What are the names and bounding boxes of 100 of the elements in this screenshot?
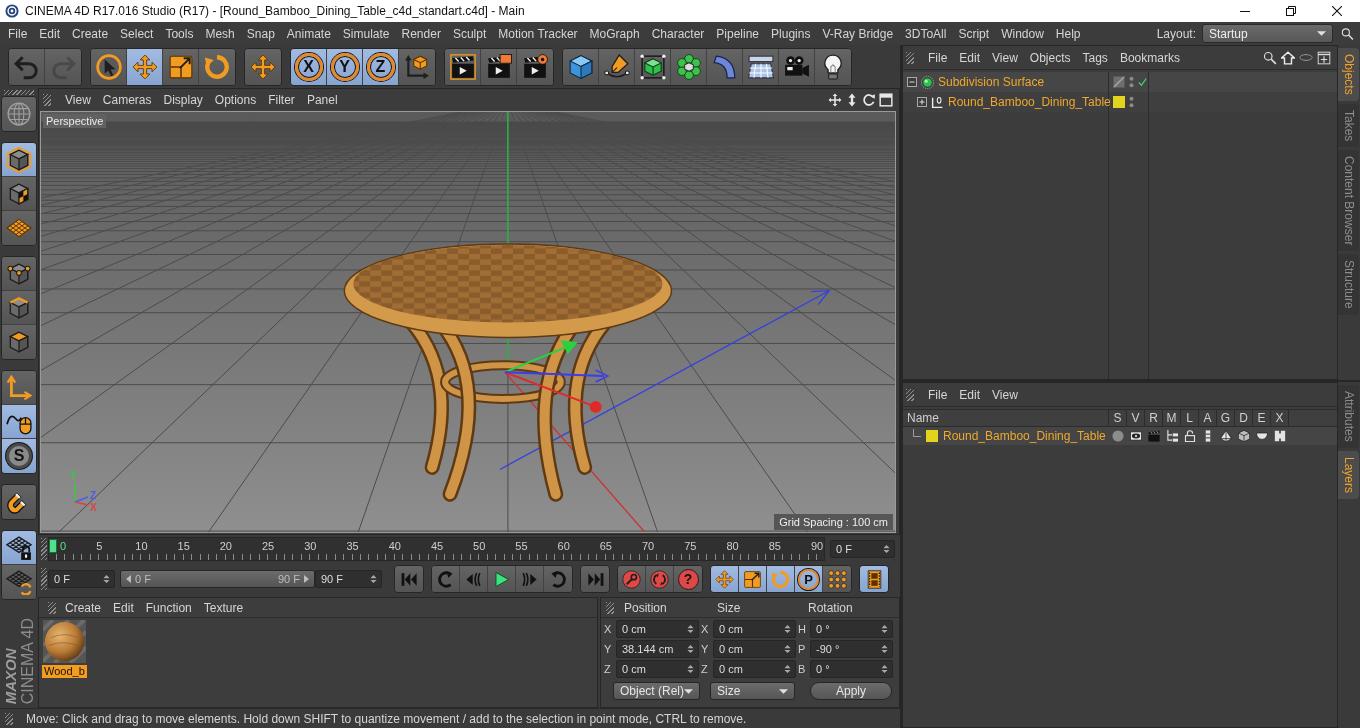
spinner-icon[interactable] [784,664,791,674]
restore-icon[interactable] [1286,6,1296,16]
menu-item[interactable]: Edit [107,598,140,617]
panel-tab[interactable]: Content Browser [1338,150,1359,252]
plus-box-icon[interactable] [917,97,927,107]
menu-item[interactable]: Cameras [96,91,158,109]
column-header[interactable]: M [1163,410,1181,426]
column-header[interactable]: E [1253,410,1271,426]
gizmo-arrow[interactable] [503,340,578,374]
search-icon[interactable] [1263,50,1277,65]
panel-tab[interactable]: Layers [1338,450,1359,499]
caret-icon[interactable] [1317,31,1326,36]
minimize-icon[interactable] [1240,10,1250,12]
spinner-icon[interactable] [881,644,888,654]
grip-icon[interactable] [906,51,914,64]
keyframe-selection-button[interactable]: ? [674,566,702,592]
scale-icon[interactable] [743,569,762,589]
apply-button[interactable]: Apply [810,682,892,700]
menu-item[interactable]: Script [952,24,996,43]
gizmo-arrow[interactable] [503,371,602,413]
spinner-icon[interactable] [687,664,694,674]
column-header[interactable]: Name [903,410,1109,426]
caret-icon[interactable] [779,688,788,694]
gizmo-arrow[interactable] [503,369,610,383]
scale-key-button[interactable] [739,566,767,592]
layer-color-swatch[interactable] [926,430,938,442]
block-icon[interactable] [1274,430,1286,442]
coordinate-field[interactable]: 38.144 cm [616,640,699,658]
column-header[interactable]: D [1235,410,1253,426]
panel-tab[interactable]: Attributes [1338,385,1359,448]
window-icon[interactable] [879,93,893,107]
play-button[interactable] [488,566,516,592]
menu-item[interactable]: Function [139,598,198,617]
menu-item[interactable]: Render [395,24,447,43]
menu-item[interactable]: Help [1049,24,1087,43]
menu-item[interactable]: Simulate [336,24,396,43]
coordinate-field[interactable]: 0 cm [616,660,699,678]
coordinate-mode-dropdown[interactable]: Object (Rel) [613,682,700,700]
menu-item[interactable]: Edit [953,48,987,67]
position-key-button[interactable] [711,566,739,592]
grip-icon[interactable] [48,601,56,614]
dot-icon[interactable] [1112,430,1124,442]
object-name[interactable]: Round_Bamboo_Dining_Table [948,95,1111,109]
menu-item[interactable]: Panel [300,91,344,109]
spinner-icon[interactable] [883,544,890,554]
panel-tab[interactable]: Objects [1338,48,1359,101]
menu-item[interactable]: Snap [240,24,281,43]
menu-item[interactable]: Create [66,24,115,43]
menu-item[interactable]: View [986,385,1024,404]
play-icon[interactable] [492,569,511,589]
menu-item[interactable]: Character [645,24,711,43]
plus-square-icon[interactable] [1317,50,1331,65]
coordinate-field[interactable]: 0 ° [810,660,893,678]
menu-item[interactable]: Animate [280,24,337,43]
house-icon[interactable] [1281,50,1295,65]
search-icon[interactable] [1341,26,1354,41]
solo-button[interactable]: S [2,439,36,473]
coordinate-field[interactable]: -90 ° [810,640,893,658]
layer-row[interactable]: Round_Bamboo_Dining_Table [903,427,1337,445]
spinner-icon[interactable] [784,644,791,654]
column-header[interactable]: R [1145,410,1163,426]
coordinate-field[interactable]: 0 cm [616,620,699,638]
menu-item[interactable]: Motion Tracker [492,24,584,43]
spinner-icon[interactable] [881,664,888,674]
column-header[interactable]: A [1199,410,1217,426]
spinner-icon[interactable] [687,624,694,634]
minus-box-icon[interactable] [907,77,917,87]
object-row[interactable]: Subdivision Surface [903,72,1337,92]
playhead[interactable] [49,539,57,553]
menu-item[interactable]: File [922,48,954,67]
spinner-icon[interactable] [370,574,377,584]
menu-item[interactable]: Tools [159,24,200,43]
menu-item[interactable]: Edit [33,24,67,43]
menu-item[interactable]: 3DToAll [899,24,953,43]
menu-item[interactable]: Bookmarks [1113,48,1186,67]
timeline-ruler[interactable]: 0 5 10 15 20 25 30 35 40 45 50 55 60 65 70 75 80 85 90 [48,537,825,561]
x-axis-button[interactable]: X [291,48,327,85]
grip-icon[interactable] [5,712,13,725]
close-icon[interactable] [1332,6,1342,16]
end-frame-field[interactable]: 90 F [315,570,382,588]
menu-item[interactable]: File [922,385,954,404]
menu-item[interactable]: V-Ray Bridge [816,24,900,43]
object-name[interactable]: Subdivision Surface [938,75,1045,89]
grip-icon[interactable] [41,568,47,590]
slashed-square-icon[interactable] [1113,76,1125,88]
grip-icon[interactable] [606,601,614,614]
start-frame-field[interactable]: 0 F [48,570,115,588]
size-mode-dropdown[interactable]: Size [710,682,795,700]
move-icon[interactable] [715,569,734,589]
column-header[interactable]: S [1109,410,1127,426]
spinner-icon[interactable] [687,644,694,654]
menu-item[interactable]: MoGraph [583,24,646,43]
grip-icon[interactable] [906,388,914,401]
menu-item[interactable]: Texture [197,598,250,617]
column-header[interactable]: X [1271,410,1289,426]
cross-arrows-icon[interactable] [828,93,842,107]
previous-frame-button[interactable] [460,566,488,592]
layer-name[interactable]: Round_Bamboo_Dining_Table [943,429,1106,443]
menu-item[interactable]: Sculpt [446,24,493,43]
hierarchy-icon[interactable] [1166,430,1178,442]
